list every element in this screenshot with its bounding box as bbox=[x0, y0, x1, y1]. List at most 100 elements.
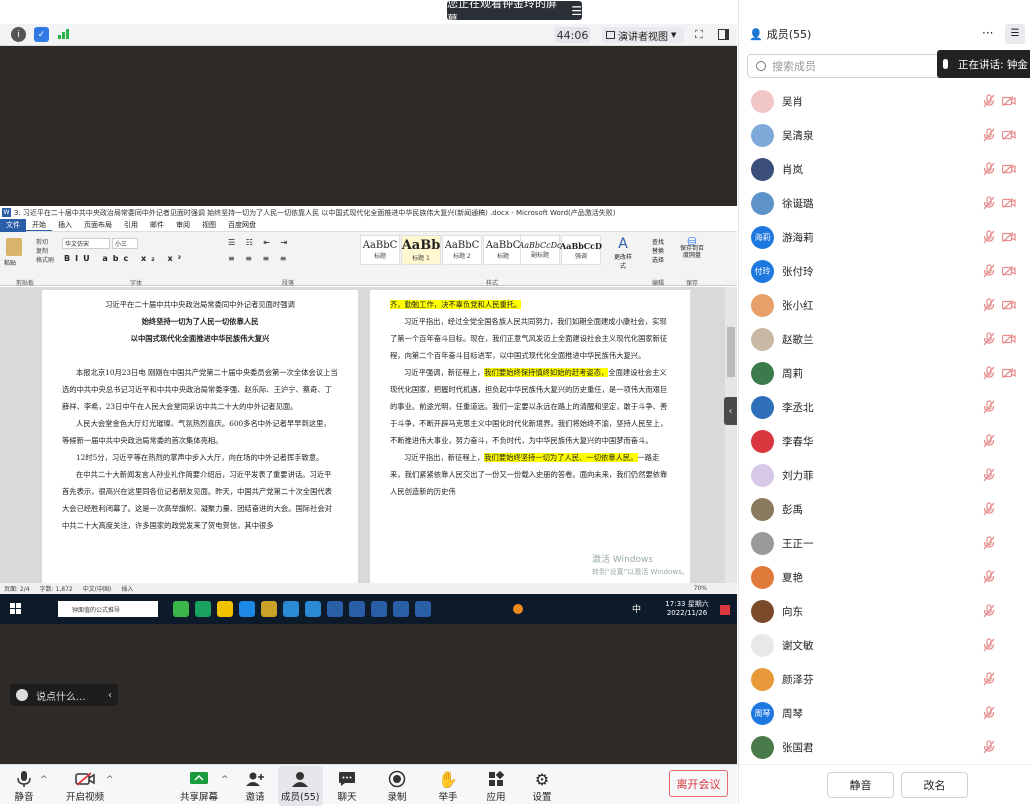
word-tab-insert[interactable]: 插入 bbox=[52, 220, 78, 230]
paragraph-icons[interactable]: ☰ ☷ ⇤ ⇥ bbox=[228, 238, 291, 247]
chat-button[interactable]: 聊天 bbox=[335, 769, 359, 803]
mute-all-button[interactable]: 静音 bbox=[827, 772, 894, 798]
invite-button[interactable]: 邀请 bbox=[243, 769, 267, 803]
mic-muted-icon[interactable] bbox=[983, 604, 995, 618]
video-button[interactable]: 开启视频 bbox=[66, 769, 104, 803]
save-baidu-button[interactable]: ⛁ 保存到百度网盘 bbox=[678, 236, 706, 259]
change-style-button[interactable]: A 更改样式 bbox=[612, 236, 634, 270]
panel-menu-icon[interactable]: ☰ bbox=[1005, 24, 1025, 44]
notification-icon[interactable] bbox=[720, 605, 730, 615]
replace-button[interactable]: 替换 bbox=[652, 247, 664, 256]
word-tab-layout[interactable]: 页面布局 bbox=[78, 220, 118, 230]
format-painter-button[interactable]: 格式刷 bbox=[36, 256, 54, 265]
word-tab-review[interactable]: 审阅 bbox=[170, 220, 196, 230]
share-screen-button[interactable]: 共享屏幕 bbox=[180, 769, 218, 803]
info-icon[interactable]: i bbox=[11, 27, 26, 42]
member-row[interactable]: 王正一 bbox=[739, 526, 1030, 560]
mic-muted-icon[interactable] bbox=[983, 298, 995, 312]
member-row[interactable]: 李丞北 bbox=[739, 390, 1030, 424]
signal-icon[interactable] bbox=[58, 29, 69, 39]
member-row[interactable]: 吴肖 bbox=[739, 84, 1030, 118]
rename-button[interactable]: 改名 bbox=[901, 772, 968, 798]
mic-muted-icon[interactable] bbox=[983, 706, 995, 720]
paste-icon[interactable] bbox=[6, 238, 22, 256]
member-row[interactable]: 彭禹 bbox=[739, 492, 1030, 526]
status-words[interactable]: 字数: 1,872 bbox=[40, 584, 73, 593]
word-tab-home[interactable]: 开始 bbox=[26, 220, 52, 231]
mic-muted-icon[interactable] bbox=[983, 128, 995, 142]
mic-muted-icon[interactable] bbox=[983, 196, 995, 210]
members-button[interactable]: 成员(55) bbox=[278, 766, 323, 806]
camera-off-icon[interactable] bbox=[1002, 164, 1016, 174]
status-language[interactable]: 中文(中国) bbox=[83, 584, 112, 593]
word-tab-view[interactable]: 视图 bbox=[196, 220, 222, 230]
style-title[interactable]: AaBbC 标题 bbox=[360, 235, 400, 265]
cut-button[interactable]: 剪切 bbox=[36, 238, 54, 247]
settings-button[interactable]: ⚙ 设置 bbox=[530, 769, 554, 804]
chevron-left-icon[interactable]: ‹ bbox=[108, 690, 112, 701]
word-tab-mailings[interactable]: 邮件 bbox=[144, 220, 170, 230]
leave-meeting-button[interactable]: 离开会议 bbox=[669, 770, 728, 797]
status-zoom[interactable]: 70% bbox=[694, 585, 707, 592]
camera-off-icon[interactable] bbox=[1002, 198, 1016, 208]
member-search-input[interactable]: 搜索成员 bbox=[747, 54, 943, 78]
document-page-2[interactable]: 齐，勤勉工作，决不辜负党和人民重托。 习近平指出，经过全党全国各族人民共同努力，… bbox=[370, 290, 690, 583]
document-page-1[interactable]: 习近平在二十届中共中央政治局常委同中外记者见面时强调 始终坚持一切为了人民一切依… bbox=[42, 290, 358, 583]
camera-off-icon[interactable] bbox=[1002, 334, 1016, 344]
font-size-select[interactable]: 小三 bbox=[112, 238, 138, 249]
mic-muted-icon[interactable] bbox=[983, 400, 995, 414]
member-row[interactable]: 李春华 bbox=[739, 424, 1030, 458]
mute-button[interactable]: 静音 bbox=[12, 769, 36, 803]
document-scrollbar[interactable] bbox=[725, 287, 737, 583]
apps-button[interactable]: 应用 bbox=[484, 769, 508, 803]
camera-off-icon[interactable] bbox=[1002, 130, 1016, 140]
tray-icon[interactable] bbox=[513, 604, 523, 614]
camera-off-icon[interactable] bbox=[1002, 266, 1016, 276]
windows-start-icon[interactable] bbox=[10, 603, 21, 614]
sidebar-toggle-icon[interactable] bbox=[718, 29, 729, 40]
mic-muted-icon[interactable] bbox=[983, 94, 995, 108]
member-row[interactable]: 付玲 张付玲 bbox=[739, 254, 1030, 288]
screen-share-banner[interactable]: 您正在观看钟金玲的屏幕 ☰ bbox=[447, 0, 582, 26]
style-heading1[interactable]: AaBb 标题 1 bbox=[401, 235, 441, 265]
mic-muted-icon[interactable] bbox=[983, 672, 995, 686]
member-row[interactable]: 张小红 bbox=[739, 288, 1030, 322]
member-row[interactable]: 吴清泉 bbox=[739, 118, 1030, 152]
raise-hand-button[interactable]: ✋ 举手 bbox=[436, 769, 460, 804]
mic-muted-icon[interactable] bbox=[983, 570, 995, 584]
member-row[interactable]: 张国君 bbox=[739, 730, 1030, 764]
style-subtitle[interactable]: AaBbCcDc 副标题 bbox=[518, 235, 562, 265]
copy-button[interactable]: 复制 bbox=[36, 247, 54, 256]
status-page[interactable]: 页面: 2/4 bbox=[4, 584, 30, 593]
app-icon[interactable] bbox=[195, 601, 211, 617]
member-row[interactable]: 赵歌兰 bbox=[739, 322, 1030, 356]
style-emphasis[interactable]: AaBbCcD 强调 bbox=[560, 235, 602, 265]
camera-off-icon[interactable] bbox=[1002, 232, 1016, 242]
view-mode-dropdown[interactable]: 演讲者视图 ▼ bbox=[602, 27, 684, 43]
fullscreen-icon[interactable]: ⛶ bbox=[695, 28, 703, 42]
member-row[interactable]: 徐诞璐 bbox=[739, 186, 1030, 220]
mic-muted-icon[interactable] bbox=[983, 434, 995, 448]
status-mode[interactable]: 插入 bbox=[121, 584, 133, 593]
find-button[interactable]: 查找 bbox=[652, 238, 664, 247]
app-icon[interactable] bbox=[261, 601, 277, 617]
word-tab-file[interactable]: 文件 bbox=[0, 218, 26, 232]
chevron-up-icon[interactable]: ^ bbox=[40, 775, 48, 785]
word-app-icon[interactable] bbox=[327, 601, 343, 617]
style-heading[interactable]: AaBbC 标题 bbox=[483, 235, 523, 265]
taskbar-clock[interactable]: 17:33 星期六 2022/11/26 bbox=[665, 600, 709, 618]
mic-muted-icon[interactable] bbox=[983, 468, 995, 482]
alignment-icons[interactable]: ≡ ≡ ≡ ≡ bbox=[228, 254, 290, 263]
app-icon[interactable] bbox=[173, 601, 189, 617]
member-row[interactable]: 海莉 游海莉 bbox=[739, 220, 1030, 254]
edge-icon[interactable] bbox=[239, 601, 255, 617]
mic-muted-icon[interactable] bbox=[983, 638, 995, 652]
mic-muted-icon[interactable] bbox=[983, 740, 995, 754]
word-app-icon[interactable] bbox=[371, 601, 387, 617]
collapse-handle[interactable]: ‹ bbox=[724, 397, 737, 425]
paste-label[interactable]: 粘贴 bbox=[4, 258, 16, 267]
meeting-app-icon[interactable] bbox=[305, 601, 321, 617]
more-options-icon[interactable]: ··· bbox=[982, 26, 993, 40]
word-tab-references[interactable]: 引用 bbox=[118, 220, 144, 230]
taskbar-search[interactable]: 钟面值的公式推导 bbox=[58, 601, 158, 617]
